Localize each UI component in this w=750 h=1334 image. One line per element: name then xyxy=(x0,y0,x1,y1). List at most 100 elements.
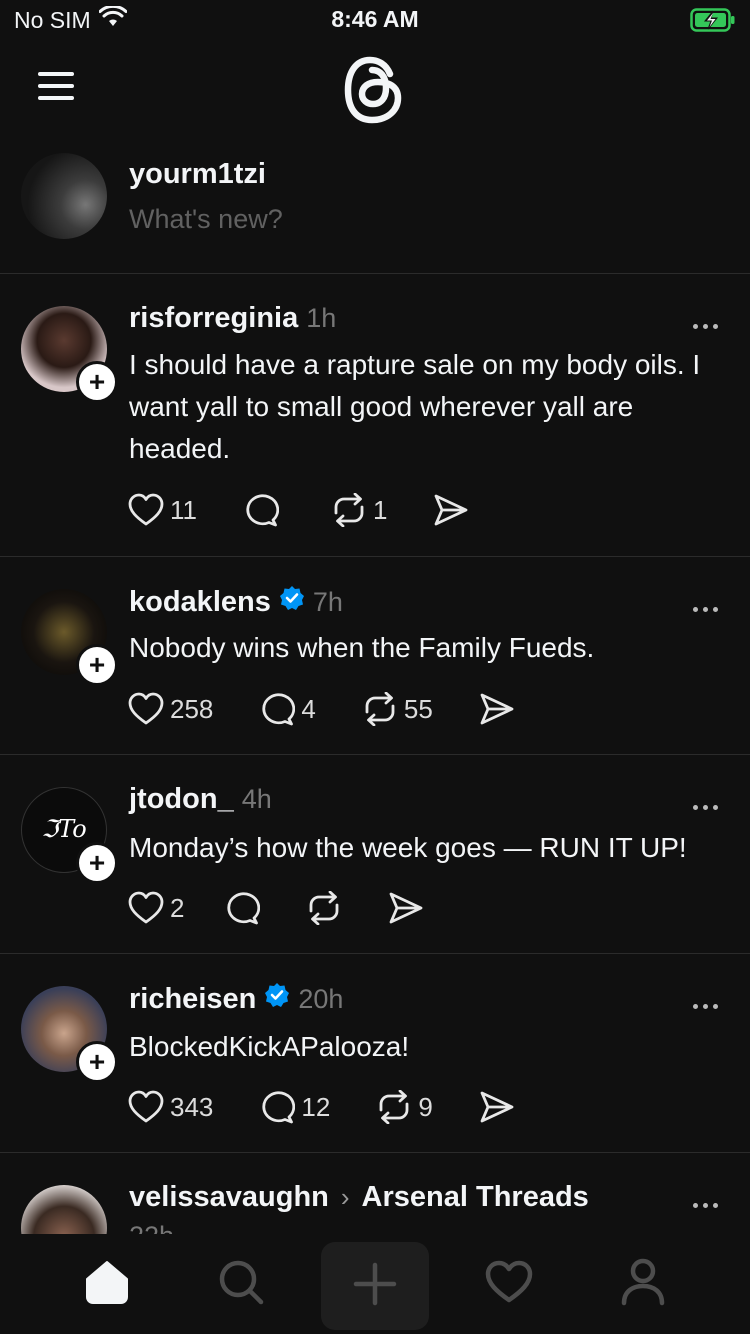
post-username[interactable]: risforreginia xyxy=(129,302,298,335)
post-time: 20h xyxy=(298,983,344,1014)
tab-activity[interactable] xyxy=(459,1248,559,1320)
post-header: jtodon_ 4h xyxy=(129,783,272,816)
send-icon xyxy=(479,692,515,726)
comment-icon xyxy=(243,493,279,527)
repost-button[interactable]: 55 xyxy=(362,692,433,726)
like-button[interactable]: 11 xyxy=(128,493,197,527)
composer-prompt[interactable]: What's new? xyxy=(129,204,283,235)
repost-button[interactable]: 9 xyxy=(376,1090,433,1124)
avatar[interactable] xyxy=(21,1185,107,1234)
post-text: I should have a rapture sale on my body … xyxy=(129,349,701,464)
activity-heart-icon xyxy=(485,1260,533,1309)
repost-button[interactable] xyxy=(306,891,348,925)
tab-bar xyxy=(0,1234,750,1334)
repost-icon xyxy=(362,692,398,726)
composer-username: yourm1tzi xyxy=(129,158,266,190)
comment-icon xyxy=(259,1090,296,1124)
follow-plus-icon[interactable]: + xyxy=(76,644,118,686)
share-button[interactable] xyxy=(479,692,515,726)
reply-count: 12 xyxy=(301,1091,331,1122)
post-text: Nobody wins when the Family Fueds. xyxy=(129,632,595,663)
post[interactable]: + kodaklens 7h Nobody wins when the Fami… xyxy=(0,557,750,755)
reply-button[interactable] xyxy=(224,891,266,925)
status-time: 8:46 AM xyxy=(331,6,419,32)
tab-new-thread[interactable] xyxy=(321,1242,429,1330)
post-username[interactable]: richeisen xyxy=(129,983,256,1016)
like-count: 258 xyxy=(170,693,214,724)
chevron-right-icon: › xyxy=(340,1182,350,1212)
reply-button[interactable] xyxy=(243,493,285,527)
avatar-monogram: ℑTo xyxy=(41,815,87,843)
profile-icon xyxy=(620,1258,666,1311)
repost-count: 9 xyxy=(418,1091,433,1122)
like-button[interactable]: 258 xyxy=(128,692,213,726)
threads-logo-icon[interactable] xyxy=(342,54,406,131)
more-icon[interactable] xyxy=(693,805,718,810)
comment-icon xyxy=(224,891,261,925)
heart-icon xyxy=(128,692,164,726)
post-actions: 11 1 xyxy=(128,490,515,530)
repost-icon xyxy=(331,493,367,527)
like-button[interactable]: 343 xyxy=(128,1090,213,1124)
post-header: richeisen 20h xyxy=(129,982,343,1016)
top-bar xyxy=(0,48,750,128)
share-button[interactable] xyxy=(388,891,424,925)
send-icon xyxy=(433,493,469,527)
post[interactable]: + richeisen 20h BlockedKickAPalooza! 343… xyxy=(0,954,750,1153)
post-time: 4h xyxy=(241,784,272,814)
verified-badge-icon xyxy=(264,982,290,1016)
tab-search[interactable] xyxy=(191,1248,291,1320)
more-icon[interactable] xyxy=(693,607,718,612)
post-header: kodaklens 7h xyxy=(129,585,343,619)
status-bar: No SIM 8:46 AM xyxy=(0,0,750,42)
post[interactable]: ℑTo + jtodon_ 4h Monday’s how the week g… xyxy=(0,755,750,954)
post-header: risforreginia 1h xyxy=(129,302,336,335)
heart-icon xyxy=(128,891,164,925)
post-header: velissavaughn › Arsenal Threads xyxy=(129,1181,589,1214)
repost-icon xyxy=(306,891,342,925)
reply-button[interactable]: 4 xyxy=(259,692,316,726)
tab-profile[interactable] xyxy=(593,1248,693,1320)
more-icon[interactable] xyxy=(693,1004,718,1009)
follow-plus-icon[interactable]: + xyxy=(76,1041,118,1083)
post-actions: 343 12 9 xyxy=(128,1087,561,1127)
new-thread-icon xyxy=(353,1262,397,1311)
more-icon[interactable] xyxy=(693,1203,718,1208)
post-username[interactable]: velissavaughn xyxy=(129,1181,329,1214)
avatar[interactable] xyxy=(21,153,107,239)
battery-charging-icon xyxy=(690,8,736,37)
home-icon xyxy=(83,1259,131,1310)
repost-button[interactable]: 1 xyxy=(331,493,387,527)
search-icon xyxy=(218,1259,264,1310)
like-count: 343 xyxy=(170,1091,214,1122)
follow-plus-icon[interactable]: + xyxy=(76,361,118,403)
post-time: 7h xyxy=(312,586,343,617)
heart-icon xyxy=(128,1090,164,1124)
tab-home[interactable] xyxy=(57,1248,157,1320)
new-thread-composer[interactable]: yourm1tzi What's new? xyxy=(0,150,750,274)
menu-icon[interactable] xyxy=(38,72,74,100)
post-username[interactable]: jtodon_ xyxy=(129,783,234,816)
send-icon xyxy=(388,891,424,925)
post-time: 22h xyxy=(129,1221,174,1234)
community-name[interactable]: Arsenal Threads xyxy=(362,1181,589,1214)
share-button[interactable] xyxy=(433,493,469,527)
more-icon[interactable] xyxy=(693,324,718,329)
reply-button[interactable]: 12 xyxy=(259,1090,330,1124)
post-actions: 2 xyxy=(128,888,470,928)
share-button[interactable] xyxy=(479,1090,515,1124)
repost-count: 1 xyxy=(373,494,388,525)
post-text: Monday’s how the week goes — RUN IT UP! xyxy=(129,832,687,863)
follow-plus-icon[interactable]: + xyxy=(76,842,118,884)
like-button[interactable]: 2 xyxy=(128,891,184,925)
repost-count: 55 xyxy=(403,693,433,724)
post-username[interactable]: kodaklens xyxy=(129,586,271,619)
reply-count: 4 xyxy=(301,693,316,724)
repost-icon xyxy=(376,1090,412,1124)
heart-icon xyxy=(128,493,164,527)
post-text: BlockedKickAPalooza! xyxy=(129,1031,410,1062)
like-count: 2 xyxy=(170,892,185,923)
verified-badge-icon xyxy=(279,585,305,619)
post[interactable]: velissavaughn › Arsenal Threads 22h xyxy=(0,1153,750,1234)
post[interactable]: + risforreginia 1h I should have a raptu… xyxy=(0,274,750,557)
